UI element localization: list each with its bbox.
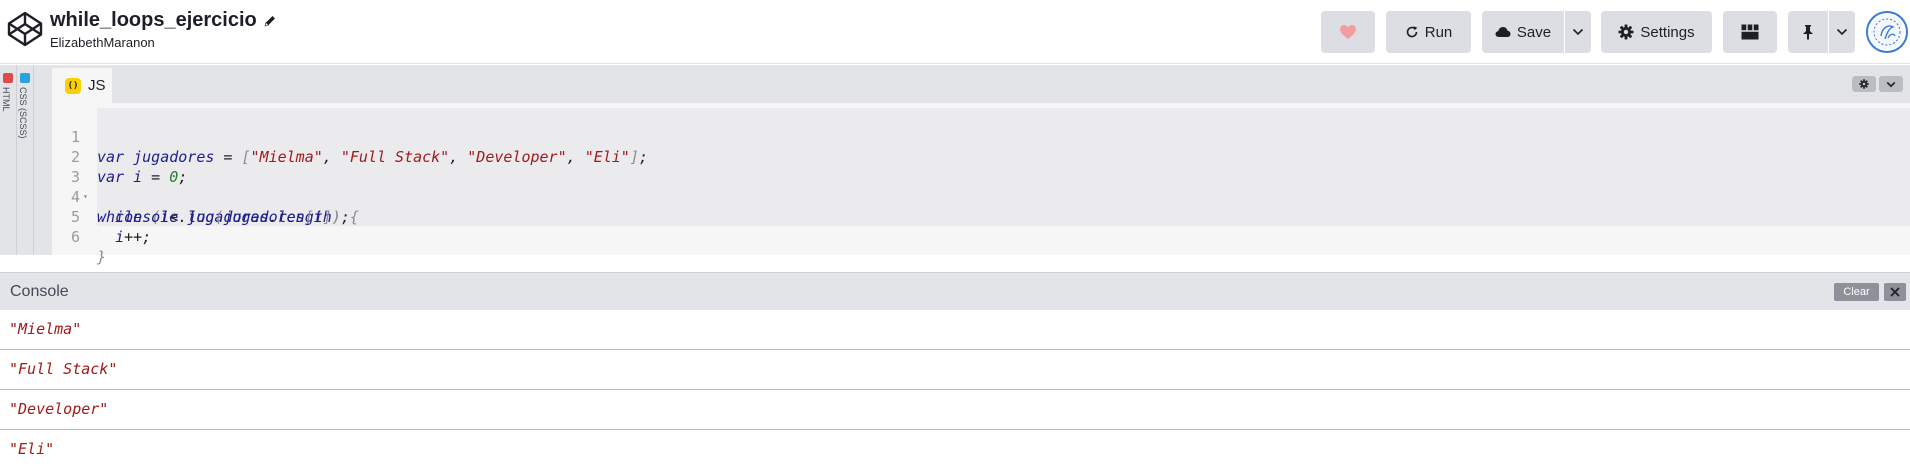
refresh-icon xyxy=(1406,26,1418,38)
line-number: 6 xyxy=(70,228,80,246)
heart-icon xyxy=(1340,25,1356,39)
chevron-down-icon xyxy=(1572,28,1584,36)
editor-area: HTML CSS (SCSS) () JS 1 var jugadores = … xyxy=(0,65,1910,266)
console-header: Console Clear xyxy=(0,272,1910,310)
css-panel-label: CSS (SCSS) xyxy=(18,87,28,139)
avatar-image xyxy=(1870,15,1904,49)
pen-title-area: while_loops_ejercicio ElizabethMaranon xyxy=(50,9,277,50)
layout-grid-icon xyxy=(1741,24,1759,40)
console-log-row: "Full Stack" xyxy=(0,350,1910,390)
chevron-down-icon xyxy=(1886,81,1896,87)
user-avatar[interactable] xyxy=(1866,11,1908,53)
code-line: 2 var i = 0; xyxy=(52,127,1910,186)
pen-title[interactable]: while_loops_ejercicio xyxy=(50,9,257,32)
console-log-row: "Developer" xyxy=(0,390,1910,430)
codepen-logo-icon[interactable] xyxy=(6,10,44,48)
console-title: Console xyxy=(10,283,69,300)
code-line: 3 ▾ while (i< jugadores.length) { xyxy=(52,147,1910,226)
save-label: Save xyxy=(1516,23,1552,41)
settings-label: Settings xyxy=(1640,23,1695,41)
code-editor[interactable]: 1 var jugadores = ["Mielma", "Full Stack… xyxy=(52,105,1910,266)
close-icon xyxy=(1890,287,1900,297)
console-log-row: "Eli" xyxy=(0,430,1910,470)
html-panel-collapsed[interactable]: HTML xyxy=(0,65,17,255)
run-label: Run xyxy=(1424,23,1453,41)
console-close-button[interactable] xyxy=(1884,283,1906,301)
js-tab-bar: () JS xyxy=(52,65,1910,103)
console-log-text: "Developer" xyxy=(9,400,109,418)
console-log-row: "Mielma" xyxy=(0,310,1910,350)
run-button[interactable]: Run xyxy=(1386,11,1471,53)
js-badge-icon: () xyxy=(65,77,81,94)
save-button[interactable]: Save xyxy=(1482,11,1564,53)
js-tab-label: JS xyxy=(88,77,106,94)
code-line: 4 console.log(jugadores[i]); xyxy=(52,167,1910,226)
code-line: 5 i++; xyxy=(52,187,1910,246)
pin-icon xyxy=(1803,25,1813,40)
code-text: } xyxy=(97,248,107,266)
console-output: "Mielma" "Full Stack" "Developer" "Eli" xyxy=(0,310,1910,468)
code-line: 1 var jugadores = ["Mielma", "Full Stack… xyxy=(52,107,1910,166)
html-badge-icon xyxy=(3,73,13,83)
js-editor-panel: () JS 1 var jugadores = ["Mielma", "Full… xyxy=(52,65,1910,266)
js-tab[interactable]: () JS xyxy=(52,68,112,103)
edit-pencil-icon[interactable] xyxy=(263,14,277,28)
css-badge-icon xyxy=(20,73,30,83)
console-clear-button[interactable]: Clear xyxy=(1834,283,1879,301)
console-log-text: "Mielma" xyxy=(9,320,82,338)
cloud-icon xyxy=(1495,27,1511,37)
author-link[interactable]: ElizabethMaranon xyxy=(50,35,277,50)
header: while_loops_ejercicio ElizabethMaranon R… xyxy=(0,0,1910,64)
settings-button[interactable]: Settings xyxy=(1601,11,1712,53)
save-options-dropdown[interactable] xyxy=(1565,11,1591,53)
css-panel-collapsed[interactable]: CSS (SCSS) xyxy=(17,65,34,255)
console-log-text: "Eli" xyxy=(9,440,55,458)
love-button[interactable] xyxy=(1321,11,1375,53)
console-log-text: "Full Stack" xyxy=(9,360,118,378)
code-line: 6 } xyxy=(52,207,1910,266)
js-settings-button[interactable] xyxy=(1852,76,1876,92)
js-options-dropdown[interactable] xyxy=(1879,76,1903,92)
gear-icon xyxy=(1859,79,1869,89)
gear-icon xyxy=(1618,24,1634,40)
pin-options-dropdown[interactable] xyxy=(1829,11,1855,53)
panel-resizer[interactable] xyxy=(34,65,52,255)
change-view-button[interactable] xyxy=(1723,11,1777,53)
html-panel-label: HTML xyxy=(1,87,11,112)
chevron-down-icon xyxy=(1836,28,1848,36)
pin-button[interactable] xyxy=(1788,11,1828,53)
